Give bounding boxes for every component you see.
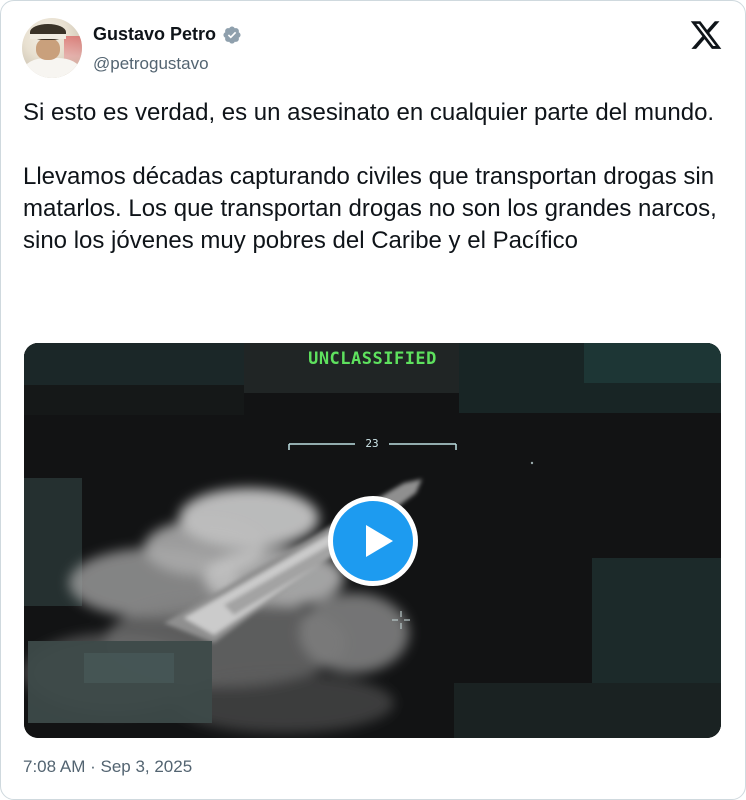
play-button[interactable] xyxy=(328,496,418,586)
author-display-name[interactable]: Gustavo Petro xyxy=(93,24,216,45)
verified-badge-icon xyxy=(222,25,242,45)
scale-value: 23 xyxy=(365,437,379,450)
avatar-hatband xyxy=(30,34,66,39)
play-icon xyxy=(366,525,393,557)
author-name-row[interactable]: Gustavo Petro xyxy=(93,24,242,45)
tweet-timestamp[interactable]: 7:08 AM · Sep 3, 2025 xyxy=(23,757,192,777)
author-handle[interactable]: @petrogustavo xyxy=(93,54,209,74)
tweet-text: Si esto es verdad, es un asesinato en cu… xyxy=(23,99,717,254)
avatar-face xyxy=(36,38,60,60)
classification-label: UNCLASSIFIED xyxy=(308,349,437,369)
avatar-shirt xyxy=(24,58,80,78)
x-logo-icon[interactable] xyxy=(689,18,723,52)
avatar[interactable] xyxy=(22,18,82,78)
video-player[interactable]: UNCLASSIFIED 23 xyxy=(24,343,721,738)
